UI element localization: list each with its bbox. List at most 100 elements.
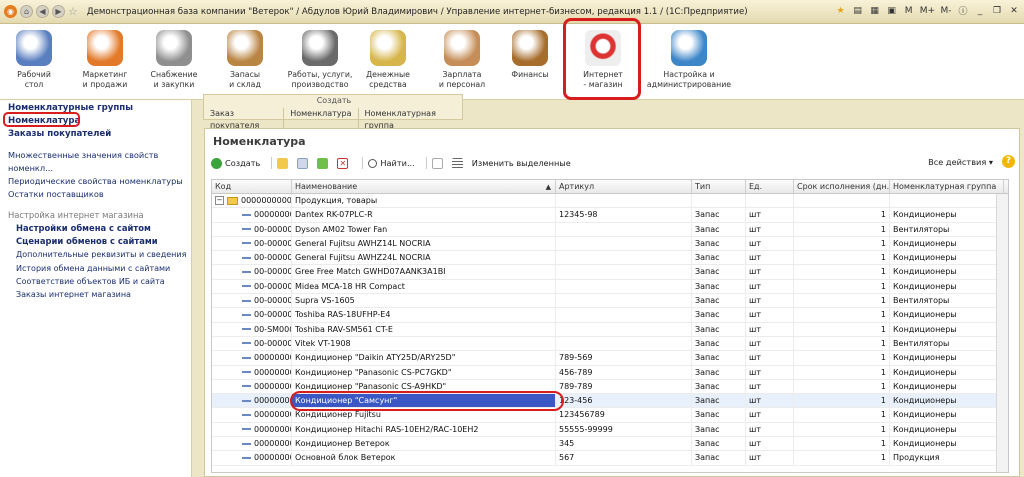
table-row[interactable]: 000000000Кондиционер Hitachi RAS-10EH2/R… xyxy=(212,422,1008,438)
section-desktop[interactable]: Рабочий стол xyxy=(8,24,60,90)
column-header[interactable]: Наименование ▲ xyxy=(292,180,556,193)
cell-term: 1 xyxy=(794,322,890,336)
edit-button[interactable] xyxy=(317,157,331,169)
favorites-icon[interactable]: ★ xyxy=(835,6,847,16)
cell-unit: шт xyxy=(746,422,794,437)
nav-multi-property-values[interactable]: Множественные значения свойств номенкл..… xyxy=(0,149,191,175)
delete-icon: ✕ xyxy=(337,157,349,169)
cell-code: 00-000000 xyxy=(212,222,292,236)
section-label: Финансы xyxy=(511,70,549,79)
vertical-scrollbar[interactable] xyxy=(996,194,1008,472)
cell-code: 000000000 xyxy=(212,451,292,465)
folder-add-icon xyxy=(277,157,289,169)
nav-extra-attributes[interactable]: Дополнительные реквизиты и сведения xyxy=(0,248,191,261)
section-settings-computer[interactable]: Настройка и администрирование xyxy=(647,24,731,90)
item-icon xyxy=(242,385,251,388)
table-row[interactable]: 00-SM0000Toshiba RAV-SM561 CT-E Запасшт1К… xyxy=(212,322,1008,337)
column-header[interactable]: Номенклатурная группа xyxy=(890,180,1004,193)
change-selected-label: Изменить выделенные xyxy=(471,158,571,168)
nav-exchange-settings[interactable]: Настройки обмена с сайтом xyxy=(0,222,191,235)
memory-m-button[interactable]: M xyxy=(903,6,915,16)
section-truck[interactable]: Снабжение и закупки xyxy=(143,24,205,90)
info-icon[interactable]: ⓘ xyxy=(957,4,969,17)
table-row[interactable]: 000000000Основной блок Ветерок567Запасшт… xyxy=(212,451,1008,466)
back-icon[interactable]: ◀ xyxy=(36,5,49,18)
column-header[interactable]: Артикул xyxy=(556,180,692,193)
app-menu-icon[interactable]: ◉ xyxy=(4,5,17,18)
calendar-icon[interactable]: ▣ xyxy=(886,6,898,16)
memory-mminus-button[interactable]: M- xyxy=(940,6,952,16)
cell-code: 00-000000 xyxy=(212,236,292,251)
cell-code: −00000000003 xyxy=(212,194,292,208)
cancel-search-button[interactable] xyxy=(431,157,446,169)
find-button[interactable]: Найти... xyxy=(368,158,415,168)
create-button[interactable]: Создать xyxy=(211,157,260,169)
restore-icon[interactable]: ❐ xyxy=(991,6,1003,16)
panel-splitter[interactable] xyxy=(192,100,200,477)
table-row[interactable]: 00-000000Gree Free Match GWHD07AANK3A1BI… xyxy=(212,265,1008,280)
create-folder-button[interactable] xyxy=(277,157,291,169)
change-selected-button[interactable]: Изменить выделенные xyxy=(472,158,571,168)
home-icon[interactable]: ⌂ xyxy=(20,5,33,18)
section-person[interactable]: Зарплата и персонал xyxy=(427,24,497,90)
cell-type: Запас xyxy=(692,222,746,236)
nav-customer-orders[interactable]: Заказы покупателей xyxy=(0,128,191,141)
table-row[interactable]: 00-000000Dyson AM02 Tower Fan Запасшт1Вен… xyxy=(212,222,1008,237)
calc-icon[interactable]: ▦ xyxy=(869,6,881,16)
forward-icon[interactable]: ▶ xyxy=(52,5,65,18)
section-marketing-chart[interactable]: Маркетинг и продажи xyxy=(74,24,136,90)
section-toolbox[interactable]: Работы, услуги, производство xyxy=(281,24,359,90)
section-boxes[interactable]: Запасы и склад xyxy=(219,24,271,90)
minimize-icon[interactable]: _ xyxy=(974,6,986,16)
cell-type: Запас xyxy=(692,308,746,322)
nav-exchange-history[interactable]: История обмена данными с сайтами xyxy=(0,262,191,275)
form-toolbar: Создать ✕ Найти... Изменить выделенные В… xyxy=(211,155,1017,171)
column-header[interactable]: Тип xyxy=(692,180,746,193)
cell-term: 1 xyxy=(794,437,890,451)
cell-article xyxy=(556,222,692,236)
nav-object-mapping[interactable]: Соответствие объектов ИБ и сайта xyxy=(0,275,191,288)
table-row[interactable]: 000000000Кондиционер Ветерок345Запасшт1К… xyxy=(212,437,1008,452)
desktop-icon xyxy=(16,30,52,66)
table-row[interactable]: 00-000000Supra VS-1605 Запасшт1Вентилятор… xyxy=(212,294,1008,309)
table-row[interactable]: 00-000000Midea MCA-18 HR Compact Запасшт1… xyxy=(212,279,1008,295)
table-row[interactable]: −00000000003 Продукция, товары xyxy=(212,194,1008,209)
table-row[interactable]: 00-000000Toshiba RAS-18UFHP-E4 Запасшт1Ко… xyxy=(212,308,1008,323)
collapse-icon[interactable]: − xyxy=(215,196,224,205)
all-actions-menu[interactable]: Все действия ▾ xyxy=(928,157,993,167)
cell-code: 00-000000 xyxy=(212,308,292,322)
item-icon xyxy=(242,228,251,231)
table-row[interactable]: 000000000Dantex RK-07PLC-R12345-98Запасш… xyxy=(212,208,1008,223)
column-header[interactable]: Ед. xyxy=(746,180,794,193)
table-row[interactable]: 00-000000Vitek VT-1908 Запасшт1Вентилятор… xyxy=(212,336,1008,352)
nav-periodic-properties[interactable]: Периодические свойства номенклатуры xyxy=(0,175,191,188)
help-icon[interactable]: ? xyxy=(1002,155,1015,168)
table-row[interactable]: 000000000Кондиционер "Panasonic CS-PC7GK… xyxy=(212,365,1008,380)
column-header[interactable]: Срок исполнения (дн.) xyxy=(794,180,890,193)
cell-name: Vitek VT-1908 xyxy=(292,336,556,351)
item-icon xyxy=(242,299,251,302)
cell-code: 000000000 xyxy=(212,422,292,437)
nav-exchange-scenarios[interactable]: Сценарии обменов с сайтами xyxy=(0,235,191,248)
cell-name: General Fujitsu AWHZ14L NOCRIA xyxy=(292,236,556,251)
delete-button[interactable]: ✕ xyxy=(337,157,351,169)
favorite-star-icon[interactable]: ☆ xyxy=(68,5,78,18)
memory-mplus-button[interactable]: M+ xyxy=(920,6,935,16)
item-icon xyxy=(242,328,251,331)
table-row[interactable]: 000000000Кондиционер "Daikin ATY25D/ARY2… xyxy=(212,351,1008,366)
cell-unit: шт xyxy=(746,279,794,294)
copy-button[interactable] xyxy=(297,157,311,169)
cell-unit: шт xyxy=(746,437,794,451)
history-icon[interactable]: ▤ xyxy=(852,6,864,16)
active-section-highlight xyxy=(563,18,641,100)
list-button[interactable] xyxy=(451,157,466,169)
nav-webshop-orders[interactable]: Заказы интернет магазина xyxy=(0,288,191,301)
nav-supplier-stock[interactable]: Остатки поставщиков xyxy=(0,188,191,201)
section-coins[interactable]: Денежные средства xyxy=(360,24,416,90)
cell-type: Запас xyxy=(692,394,746,408)
table-row[interactable]: 00-000000General Fujitsu AWHZ14L NOCRIA З… xyxy=(212,236,1008,252)
close-icon[interactable]: ✕ xyxy=(1008,6,1020,16)
column-header[interactable]: Код xyxy=(212,180,292,193)
table-row[interactable]: 00-000000General Fujitsu AWHZ24L NOCRIA З… xyxy=(212,251,1008,266)
section-abacus[interactable]: Финансы xyxy=(507,24,553,80)
